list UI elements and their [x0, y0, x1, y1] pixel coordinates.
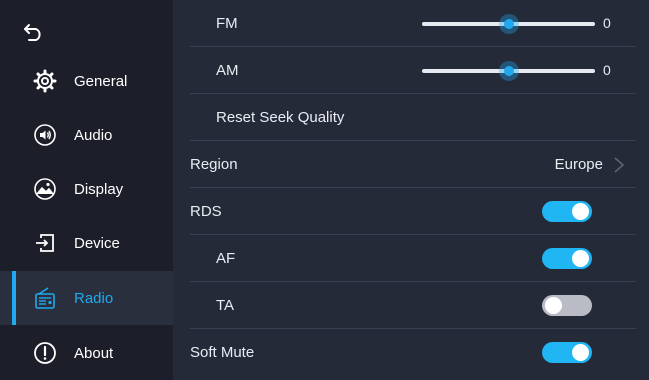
am-slider-thumb[interactable]: [498, 61, 519, 81]
fm-slider[interactable]: [422, 0, 595, 47]
ta-label: TA: [216, 296, 235, 314]
fm-slider-thumb[interactable]: [498, 14, 519, 34]
toggle-knob: [572, 202, 589, 220]
am-slider[interactable]: [422, 47, 595, 94]
soft-mute-toggle[interactable]: [542, 342, 592, 363]
sidebar-item-label: About: [74, 344, 114, 362]
fm-value: 0: [603, 15, 611, 31]
speaker-icon: [32, 122, 58, 148]
soft-mute-row: Soft Mute: [190, 329, 636, 376]
sidebar-item-radio[interactable]: Radio: [0, 271, 173, 325]
rds-label: RDS: [190, 202, 222, 220]
sidebar-item-label: Radio: [74, 289, 114, 307]
back-arrow-icon: [24, 24, 41, 41]
region-label: Region: [190, 155, 238, 173]
device-input-icon: [32, 230, 58, 256]
toggle-knob: [572, 249, 589, 267]
sidebar-item-label: Display: [74, 180, 124, 198]
am-value: 0: [603, 62, 611, 78]
sidebar-item-audio[interactable]: Audio: [0, 108, 173, 162]
ta-row: TA: [190, 282, 636, 329]
display-icon: [32, 176, 58, 202]
rds-row: RDS: [190, 188, 636, 235]
settings-panel: FM 0 AM 0 Reset Seek Quality Region Euro…: [173, 0, 649, 380]
rds-toggle[interactable]: [542, 200, 592, 222]
reset-seek-quality-label: Reset Seek Quality: [216, 108, 345, 126]
fm-label: FM: [216, 14, 238, 32]
sidebar-item-general[interactable]: General: [0, 54, 173, 108]
back-button[interactable]: [18, 16, 50, 48]
sidebar-item-display[interactable]: Display: [0, 162, 173, 216]
gear-icon: [32, 68, 58, 94]
toggle-knob: [572, 344, 589, 361]
toggle-knob: [545, 296, 562, 314]
sidebar-item-device[interactable]: Device: [0, 216, 173, 270]
sidebar-item-label: General: [74, 72, 128, 90]
af-row: AF: [190, 235, 636, 282]
am-row: AM 0: [190, 47, 636, 94]
fm-row: FM 0: [190, 0, 636, 47]
af-label: AF: [216, 249, 236, 267]
info-icon: [32, 340, 58, 366]
sidebar-item-about[interactable]: About: [0, 326, 173, 380]
reset-seek-quality-button[interactable]: Reset Seek Quality: [190, 94, 636, 141]
ta-toggle[interactable]: [542, 294, 592, 316]
sidebar-item-label: Device: [74, 234, 120, 252]
soft-mute-label: Soft Mute: [190, 344, 255, 361]
chevron-right-icon: [614, 157, 625, 173]
sidebar: General Audio Display Device Radio About: [0, 0, 173, 380]
af-toggle[interactable]: [542, 247, 592, 269]
am-label: AM: [216, 61, 239, 79]
region-value: Europe: [554, 155, 603, 173]
sidebar-item-label: Audio: [74, 126, 113, 144]
radio-icon: [32, 285, 58, 311]
region-row[interactable]: Region Europe: [190, 141, 636, 188]
